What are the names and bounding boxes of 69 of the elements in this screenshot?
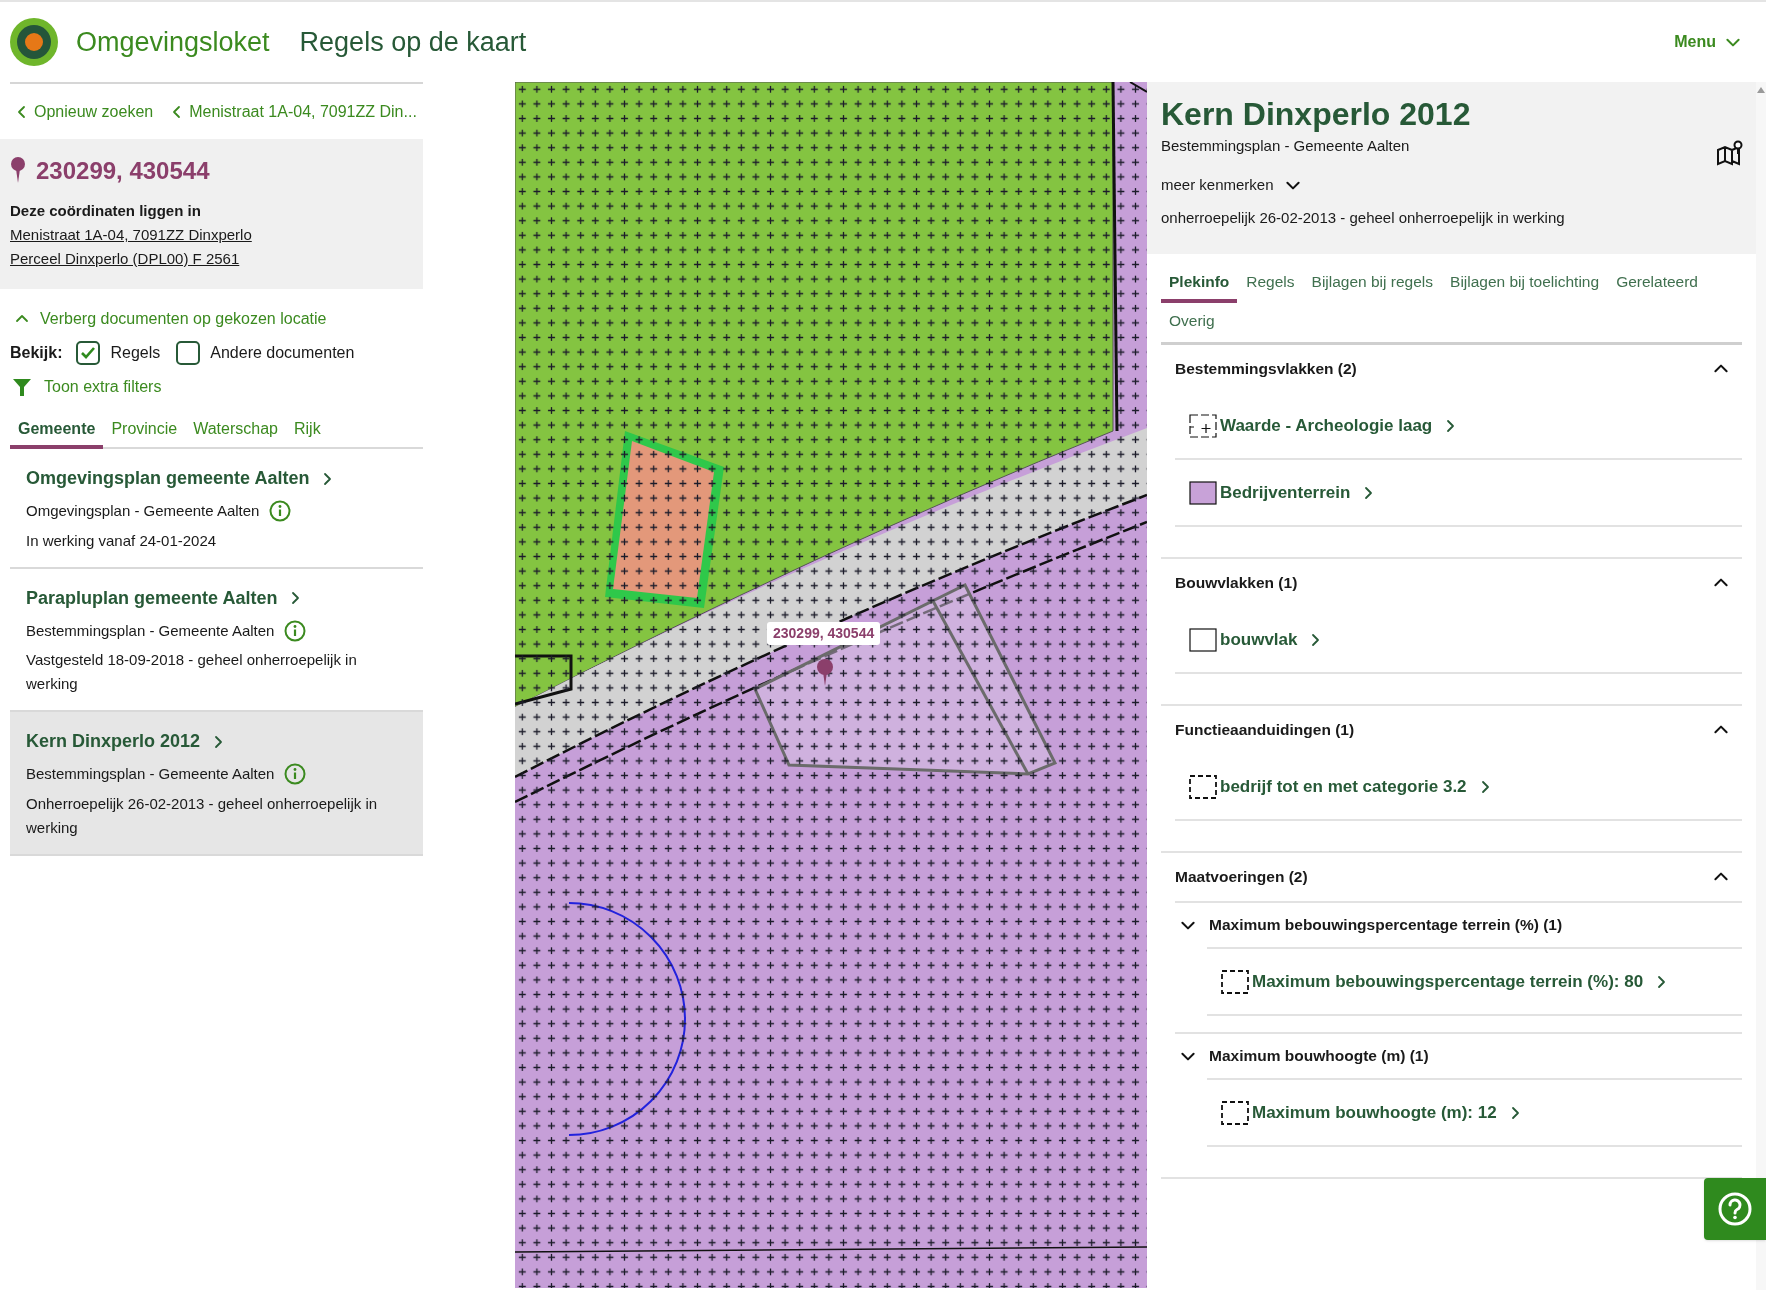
group-header[interactable]: Maximum bebouwingspercentage terrein (%) (1): [1175, 903, 1742, 947]
document-title-link[interactable]: Kern Dinxperlo 2012: [26, 728, 409, 755]
group-header[interactable]: Maximum bouwhoogte (m) (1): [1175, 1034, 1742, 1078]
document-title: Kern Dinxperlo 2012: [1161, 95, 1472, 134]
checkbox[interactable]: [176, 341, 201, 365]
info-icon[interactable]: [269, 500, 292, 523]
document-title-link[interactable]: Parapluplan gemeente Aalten: [26, 584, 409, 612]
location-link[interactable]: Menistraat 1A-04, 7091ZZ Dinxperlo: [10, 226, 252, 243]
checkbox-label[interactable]: Regels: [110, 341, 161, 365]
document-type: Bestemmingsplan - Gemeente Aalten: [26, 620, 275, 641]
extra-filters-link[interactable]: Toon extra filters: [12, 375, 162, 399]
scroll-up-icon[interactable]: [1756, 86, 1766, 94]
feature-link[interactable]: bedrijf tot en met categorie 3.2: [1220, 773, 1493, 800]
tab[interactable]: Bijlagen bij toelichting: [1442, 264, 1608, 303]
document-type: Bestemmingsplan - Gemeente Aalten: [26, 764, 275, 784]
document-title-link[interactable]: Omgevingsplan gemeente Aalten: [26, 465, 409, 492]
document-status: In werking vanaf 24-01-2024: [26, 530, 218, 551]
section-header[interactable]: Bestemmingsvlakken (2): [1161, 345, 1742, 393]
feature-link[interactable]: Waarde - Archeologie laag: [1220, 412, 1459, 439]
document-status: onherroepelijk 26-02-2013 - geheel onherroepelijk in werking: [1161, 207, 1566, 228]
tab[interactable]: Overig: [1161, 303, 1223, 342]
legend-symbol-icon: [1221, 969, 1249, 994]
page-title: Regels op de kaart: [299, 25, 527, 59]
legend-symbol-icon: [1221, 1100, 1249, 1125]
help-icon: [1717, 1191, 1753, 1227]
checkbox-label[interactable]: Andere documenten: [210, 341, 355, 365]
marker-label: 230299, 430544: [767, 622, 881, 645]
tab[interactable]: Bijlagen bij regels: [1303, 264, 1442, 303]
document-card[interactable]: Kern Dinxperlo 2012 Bestemmingsplan - Gemeente Aalten Onherroepelijk 26-02-2013 - geheel onherroepelijk in werking: [10, 712, 423, 856]
section-header[interactable]: Functieaanduidingen (1): [1161, 706, 1742, 754]
breadcrumb-link[interactable]: Opnieuw zoeken: [14, 99, 154, 124]
legend-symbol-icon: [1189, 774, 1217, 799]
filter-icon: [12, 377, 32, 397]
info-icon[interactable]: [284, 619, 307, 642]
feature-link[interactable]: Maximum bouwhoogte (m): 12: [1252, 1099, 1523, 1126]
document-status: Onherroepelijk 26-02-2013 - geheel onherroepelijk in werking: [26, 793, 379, 838]
section-header[interactable]: Maatvoeringen (2): [1161, 853, 1742, 901]
menu-button[interactable]: Menu: [1674, 30, 1742, 54]
view-label: Bekijk:: [10, 343, 63, 363]
coordinates: 230299, 430544: [36, 156, 210, 186]
document-subtitle: Bestemmingsplan - Gemeente Aalten: [1161, 136, 1410, 156]
more-properties-toggle[interactable]: meer kenmerken: [1161, 174, 1302, 197]
document-type: Omgevingsplan - Gemeente Aalten: [26, 501, 260, 521]
tab[interactable]: Waterschap: [185, 417, 286, 449]
feature-link[interactable]: Bedrijventerrein: [1220, 479, 1377, 506]
checkmark-icon: [80, 346, 97, 360]
map-pin-icon[interactable]: [1716, 140, 1744, 166]
map[interactable]: 230299, 430544: [515, 82, 1147, 1288]
logo-icon: [10, 18, 58, 66]
document-status: Vastgesteld 18-09-2018 - geheel onherroepelijk in werking: [26, 650, 358, 694]
tab[interactable]: Gerelateerd: [1608, 264, 1706, 303]
help-button[interactable]: [1704, 1178, 1766, 1240]
breadcrumb-link[interactable]: Menistraat 1A-04, 7091ZZ Din...: [169, 99, 417, 124]
tab[interactable]: Regels: [1238, 264, 1303, 303]
info-icon[interactable]: [284, 763, 307, 786]
section-header[interactable]: Bouwvlakken (1): [1161, 559, 1742, 607]
tab[interactable]: Rijk: [285, 417, 329, 449]
feature-link[interactable]: Maximum bebouwingspercentage terrein (%): 80: [1252, 968, 1670, 995]
site-title[interactable]: Omgevingsloket: [76, 21, 270, 63]
checkbox[interactable]: [76, 341, 101, 365]
toggle-documents-link[interactable]: Verberg documenten op gekozen locatie: [14, 307, 327, 331]
location-intro: Deze coördinaten liggen in: [10, 201, 202, 221]
tab[interactable]: Plekinfo: [1161, 264, 1238, 303]
tab[interactable]: Provincie: [103, 417, 186, 449]
legend-symbol-icon: [1189, 413, 1217, 438]
feature-link[interactable]: bouwvlak: [1220, 626, 1324, 653]
location-link[interactable]: Perceel Dinxperlo (DPL00) F 2561: [10, 250, 240, 267]
legend-symbol-icon: [1189, 627, 1217, 652]
location-marker-icon: [817, 659, 833, 686]
